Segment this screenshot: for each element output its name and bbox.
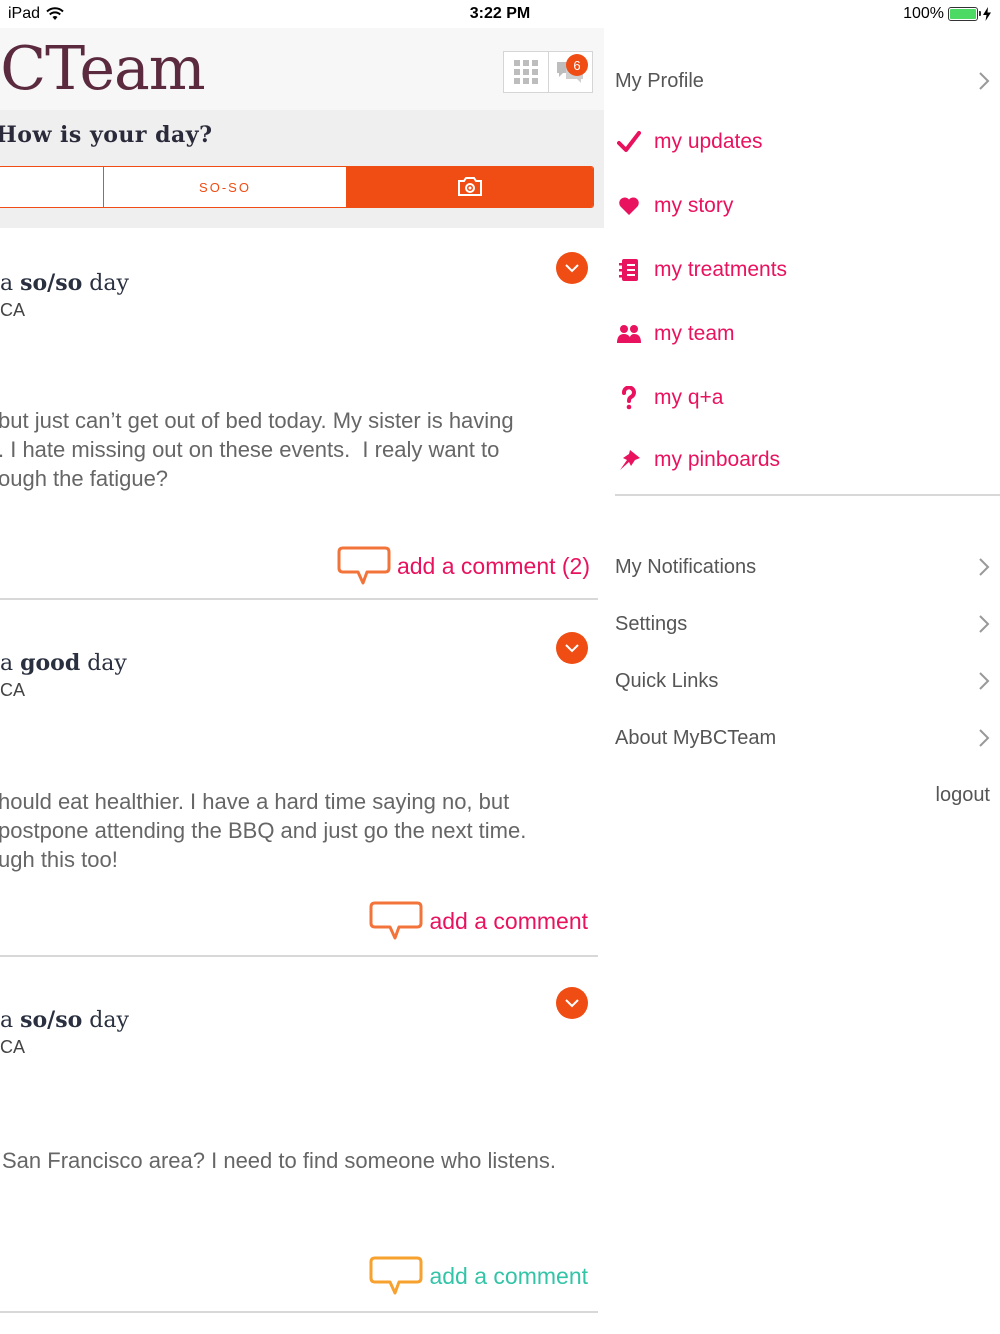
- charging-icon: [983, 7, 991, 21]
- menu-label: About MyBCTeam: [615, 726, 777, 749]
- menu-label: my q+a: [654, 386, 724, 409]
- post-mood: good: [20, 650, 81, 676]
- chevron-down-icon: [565, 644, 579, 653]
- mood-question: How is your day?: [0, 122, 213, 148]
- add-comment-label: add a comment: [429, 907, 588, 934]
- menu-my-treatments[interactable]: my treatments: [616, 257, 787, 283]
- battery-icon: [948, 7, 981, 21]
- chevron-right-icon: [979, 72, 990, 90]
- post-location: CA: [0, 1037, 26, 1057]
- speech-bubble-icon: [369, 901, 423, 940]
- menu-label: my story: [654, 194, 734, 217]
- battery-level: [950, 9, 976, 19]
- heart-icon: [619, 197, 639, 215]
- post-location: CA: [0, 300, 26, 320]
- app-header: BCTeam 6: [0, 28, 604, 110]
- people-icon: [617, 325, 641, 343]
- menu-label: Settings: [615, 612, 688, 635]
- post-divider: [0, 598, 598, 600]
- notification-badge[interactable]: 6: [566, 54, 588, 76]
- battery-percent: 100%: [903, 5, 944, 22]
- side-menu: My Profile my updates my story my treatm…: [604, 28, 1000, 1334]
- menu-label: my pinboards: [654, 448, 781, 471]
- add-comment-link[interactable]: add a comment (2): [337, 545, 590, 587]
- menu-my-notifications[interactable]: My Notifications: [615, 554, 990, 580]
- post-mood: so/so: [20, 270, 83, 296]
- post-card: a so/so day CA San Francisco area? I nee…: [0, 965, 604, 1325]
- menu-label: my treatments: [654, 258, 788, 281]
- menu-my-pinboards[interactable]: my pinboards: [616, 447, 780, 473]
- post-body: San Francisco area? I need to find someo…: [2, 1148, 556, 1173]
- menu-my-qa[interactable]: my q+a: [616, 385, 723, 411]
- menu-settings[interactable]: Settings: [615, 611, 990, 637]
- menu-my-story[interactable]: my story: [616, 193, 733, 219]
- camera-icon: [458, 177, 482, 196]
- post-title: a so/so day: [0, 270, 129, 296]
- chevron-down-icon: [565, 264, 579, 273]
- post-options-button[interactable]: [556, 252, 588, 284]
- add-comment-link[interactable]: add a comment: [369, 1255, 588, 1297]
- mood-selector: SO-SO: [0, 166, 594, 208]
- post-divider: [0, 955, 598, 957]
- mood-option-first[interactable]: [0, 167, 104, 207]
- menu-my-profile[interactable]: My Profile: [615, 68, 990, 94]
- checkmark-icon: [617, 131, 641, 152]
- post-options-button[interactable]: [556, 632, 588, 664]
- menu-label: My Profile: [615, 69, 704, 92]
- add-comment-link[interactable]: add a comment: [369, 900, 588, 942]
- photo-button[interactable]: [347, 167, 593, 207]
- status-bar: iPad 3:22 PM 100%: [0, 0, 1000, 28]
- brand-logo: BCTeam: [0, 34, 206, 104]
- post-title: a so/so day: [0, 1007, 129, 1033]
- clock: 3:22 PM: [469, 5, 531, 22]
- grid-icon: [513, 60, 538, 84]
- menu-label: My Notifications: [615, 555, 757, 578]
- post-body: but just can’t get out of bed today. My …: [0, 408, 514, 491]
- menu-my-updates[interactable]: my updates: [616, 129, 763, 155]
- post-options-button[interactable]: [556, 987, 588, 1019]
- notebook-icon: [619, 259, 638, 281]
- speech-bubble-icon: [337, 546, 391, 585]
- speech-bubble-icon: [369, 1256, 423, 1295]
- chevron-right-icon: [979, 558, 990, 576]
- post-mood: so/so: [20, 1007, 83, 1033]
- mood-option-so-so[interactable]: SO-SO: [104, 167, 347, 207]
- chevron-right-icon: [979, 672, 990, 690]
- chevron-right-icon: [979, 729, 990, 747]
- menu-label: my team: [654, 322, 735, 345]
- grid-menu-button[interactable]: [504, 52, 549, 92]
- mood-section: How is your day? SO-SO: [0, 110, 604, 228]
- question-icon: [622, 386, 636, 410]
- add-comment-label: add a comment (2): [396, 552, 590, 579]
- add-comment-label: add a comment: [429, 1262, 588, 1289]
- menu-divider: [615, 494, 1000, 496]
- menu-quick-links[interactable]: Quick Links: [615, 668, 990, 694]
- chevron-right-icon: [979, 615, 990, 633]
- post-title: a good day: [0, 650, 127, 676]
- pin-icon: [620, 450, 640, 470]
- post-card: a so/so day CA but just can’t get out of…: [0, 228, 604, 602]
- logout-link[interactable]: logout: [936, 784, 991, 807]
- menu-about[interactable]: About MyBCTeam: [615, 725, 990, 751]
- post-body: hould eat healthier. I have a hard time …: [0, 789, 527, 872]
- feed-panel: BCTeam 6 How is your day?: [0, 28, 604, 1334]
- post-location: CA: [0, 680, 26, 700]
- chevron-down-icon: [565, 999, 579, 1008]
- post-card: a good day CA hould eat healthier. I hav…: [0, 608, 604, 958]
- post-divider: [0, 1311, 598, 1313]
- menu-my-team[interactable]: my team: [616, 321, 735, 347]
- menu-label: Quick Links: [615, 669, 719, 692]
- menu-label: my updates: [654, 130, 763, 153]
